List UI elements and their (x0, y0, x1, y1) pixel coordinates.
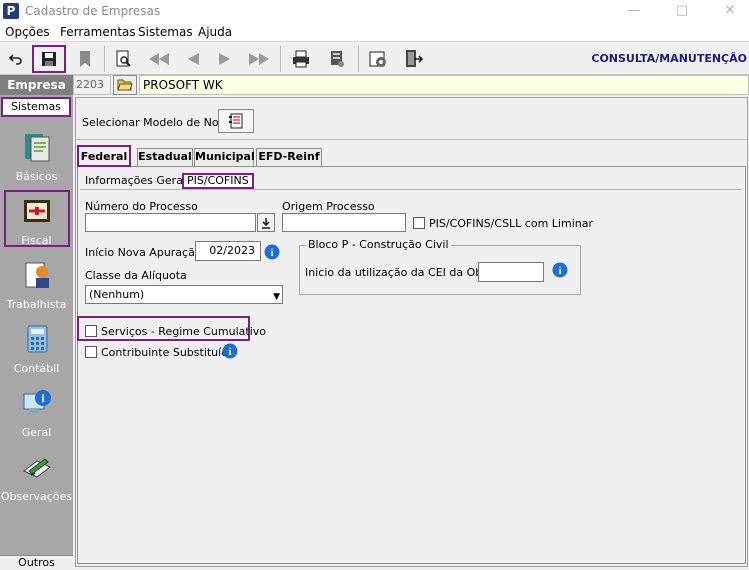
select-model-button[interactable] (218, 109, 254, 133)
mode-label: CONSULTA/MANUTENÇÃO (591, 52, 747, 65)
apuracao-label: Início Nova Apuração: (85, 246, 206, 259)
contribuinte-label: Contribuinte Substituído (101, 346, 235, 359)
maximize-button[interactable]: □ (672, 2, 692, 20)
sidebar-company-header[interactable]: Empresa (0, 75, 73, 95)
report-button[interactable] (324, 46, 350, 72)
aliquota-select[interactable]: (Nenhum) ▼ (85, 285, 283, 304)
exit-door-icon (406, 50, 423, 67)
tools-button[interactable] (365, 46, 391, 72)
svg-text:i: i (271, 248, 274, 259)
folder-open-icon (117, 79, 133, 91)
sidebar-item-basicos[interactable]: Básicos (0, 131, 73, 183)
tab-efd-reinf[interactable]: EFD-Reinf (256, 148, 322, 166)
basicos-icon (24, 134, 49, 162)
cei-input[interactable] (478, 262, 544, 282)
subtab-pis-cofins[interactable]: PIS/COFINS (182, 173, 254, 189)
origem-processo-label: Origem Processo (282, 200, 375, 213)
chevron-down-icon: ▼ (273, 292, 280, 302)
info-icon[interactable]: i (264, 244, 280, 260)
menu-opcoes[interactable]: Opções (5, 25, 50, 39)
aliquota-label: Classe da Alíquota (85, 269, 187, 282)
numero-processo-label: Número do Processo (85, 200, 198, 213)
sidebar-item-label: Contábil (13, 362, 60, 375)
previous-record-button[interactable] (180, 46, 206, 72)
toolbar-separator (280, 46, 281, 72)
last-record-button[interactable] (244, 46, 274, 72)
printer-icon (293, 50, 309, 68)
company-lookup-button[interactable] (113, 75, 137, 95)
svg-text:i: i (229, 347, 232, 358)
cei-label: Inicio da utilização da CEI da Obra: (305, 266, 498, 279)
last-record-icon (249, 53, 269, 65)
fiscal-highlight-frame (4, 190, 70, 247)
subtab-informacoes-gerais[interactable]: Informações Gerais (85, 173, 192, 189)
print-button[interactable] (288, 46, 314, 72)
sidebar-item-observacoes[interactable]: Observações (0, 451, 73, 503)
report-icon (331, 51, 344, 67)
company-name-field[interactable]: PROSOFT WK (139, 75, 749, 95)
preview-button[interactable] (110, 46, 136, 72)
exit-button[interactable] (400, 46, 426, 72)
menu-ajuda[interactable]: Ajuda (198, 25, 232, 39)
minimize-button[interactable]: — (624, 2, 644, 20)
undo-button[interactable] (3, 46, 29, 72)
app-logo-icon: P (3, 3, 19, 19)
window-title: Cadastro de Empresas (25, 4, 161, 18)
menu-sistemas[interactable]: Sistemas (138, 25, 193, 39)
model-label: Selecionar Modelo de Nota (82, 116, 230, 129)
info-icon[interactable]: i (552, 262, 568, 278)
company-code-field[interactable]: 2203 (73, 75, 111, 95)
bookmark-button[interactable] (72, 46, 98, 72)
aliquota-selected: (Nenhum) (89, 288, 145, 301)
sidebar-item-trabalhista[interactable]: Trabalhista (0, 259, 73, 311)
toolbar-separator (104, 46, 105, 72)
previous-record-icon (188, 53, 199, 65)
processo-download-button[interactable] (257, 213, 275, 232)
bloco-p-title: Bloco P - Construção Civil (306, 238, 451, 251)
download-arrow-icon (262, 217, 270, 229)
sidebar-item-label: Básicos (15, 170, 58, 183)
toolbar-separator (358, 46, 359, 72)
contribuinte-checkbox[interactable] (85, 346, 97, 358)
geral-info-icon: i (23, 390, 51, 413)
liminar-label: PIS/COFINS/CSLL com Liminar (429, 217, 593, 230)
undo-icon (8, 54, 22, 65)
next-record-button[interactable] (212, 46, 238, 72)
close-button[interactable]: ✕ (720, 2, 740, 20)
sidebar-item-geral[interactable]: i Geral (0, 387, 73, 439)
servicos-checkbox[interactable] (85, 325, 97, 337)
tools-icon (369, 51, 386, 67)
preview-icon (116, 50, 131, 67)
trabalhista-icon (25, 262, 49, 288)
apuracao-input[interactable]: 02/2023 (195, 241, 261, 261)
observacoes-icon (22, 458, 51, 478)
menu-ferramentas[interactable]: Ferramentas (60, 25, 136, 39)
sidebar-item-label: Trabalhista (6, 298, 67, 311)
subtab-separator (80, 189, 742, 190)
sidebar-sistemas-header[interactable]: Sistemas (1, 97, 71, 117)
bookmark-icon (80, 51, 90, 67)
numero-processo-input[interactable] (85, 213, 256, 232)
origem-processo-input[interactable] (282, 213, 406, 232)
next-record-icon (219, 53, 230, 65)
first-record-button[interactable] (144, 46, 174, 72)
servicos-label: Serviços - Regime Cumulativo (101, 325, 266, 338)
calculator-icon (27, 325, 47, 353)
save-button[interactable] (32, 45, 66, 73)
sidebar-item-label: Observações (0, 490, 73, 503)
liminar-checkbox[interactable] (413, 217, 425, 229)
tab-estadual[interactable]: Estadual (137, 148, 193, 166)
first-record-icon (149, 53, 169, 65)
sidebar-outros[interactable]: Outros (0, 555, 73, 569)
tab-federal[interactable]: Federal (77, 145, 131, 167)
tab-municipal[interactable]: Municipal (194, 148, 255, 166)
svg-text:i: i (559, 266, 562, 277)
panel-separator (76, 139, 747, 140)
sidebar-item-label: Geral (21, 426, 52, 439)
floppy-save-icon (42, 52, 56, 66)
sidebar-item-contabil[interactable]: Contábil (0, 323, 73, 375)
info-icon[interactable]: i (222, 343, 238, 359)
document-list-icon (229, 113, 243, 129)
